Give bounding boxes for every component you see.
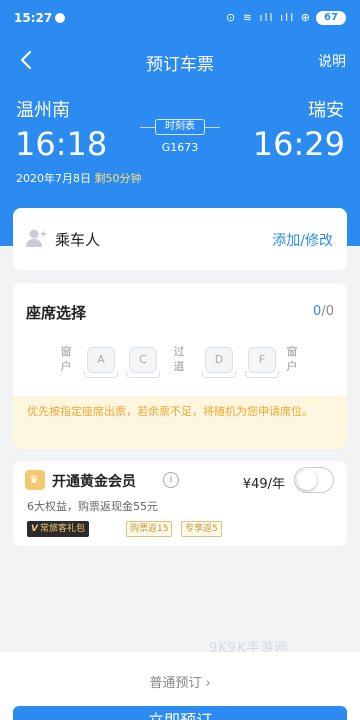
crown-icon: ♛ <box>25 470 45 490</box>
seat-notice: 优先按指定座席出票，若余票不足，将随机为您申请席位。 <box>13 396 347 449</box>
vip-tag-gift-label: 常旅客礼包 <box>39 524 85 534</box>
explain-button[interactable]: 说明 <box>318 51 346 71</box>
normal-booking-link[interactable]: 普通预订 › <box>0 672 360 691</box>
toggle-knob <box>297 470 317 490</box>
arrival-time: 16:29 <box>252 125 345 163</box>
train-info: 时刻表 G1673 <box>140 116 220 160</box>
vip-tag-cashback: 购票返15 <box>126 521 173 537</box>
seat-c[interactable]: C <box>126 347 160 378</box>
seat-f[interactable]: F <box>245 347 279 378</box>
passenger-card: 乘车人 添加/修改 <box>13 208 347 270</box>
person-icon <box>26 229 46 247</box>
vip-toggle[interactable] <box>294 467 334 493</box>
passenger-label: 乘车人 <box>55 231 101 249</box>
vip-price: ¥49/年 <box>242 477 285 492</box>
seat-selection-title: 座席选择 <box>26 304 87 322</box>
remaining-time: 剩50分钟 <box>94 172 142 185</box>
vip-title: 开通黄金会员 <box>52 474 136 490</box>
seat-count-total: 0 <box>325 304 334 319</box>
crown-glyph: ♛ <box>29 473 39 486</box>
vip-tag-gift: V 常旅客礼包 <box>27 521 89 537</box>
info-icon[interactable]: i <box>163 472 179 488</box>
schedule-button[interactable]: 时刻表 <box>155 119 205 135</box>
status-icons: ⊙ ≋ ıll ıll ⊕ <box>226 11 312 24</box>
seat-d[interactable]: D <box>202 347 236 378</box>
travel-date: 2020年7月8日 <box>16 172 91 185</box>
vip-badge-icon: V <box>31 524 38 534</box>
status-bar: 15:27 ⊙ ≋ ıll ıll ⊕ 67 <box>0 0 360 36</box>
travel-date-line: 2020年7月8日 剩50分钟 <box>16 170 142 186</box>
notification-dot-icon <box>55 13 65 23</box>
page-title: 预订车票 <box>146 55 214 75</box>
window-right-label: 窗户 <box>286 345 298 373</box>
window-left-label: 窗户 <box>60 345 72 373</box>
submit-booking-button[interactable]: 立即预订 <box>13 706 347 720</box>
aisle-label: 过道 <box>173 345 185 373</box>
seat-count: 0/0 <box>313 304 334 319</box>
footer-bar: 普通预订 › 立即预订 <box>0 652 360 720</box>
train-number: G1673 <box>161 141 199 154</box>
nav-bar: 预订车票 说明 <box>0 40 360 80</box>
seat-a[interactable]: A <box>84 347 118 378</box>
arrival-station: 瑞安 <box>308 100 344 121</box>
vip-card: ♛ 开通黄金会员 i ¥49/年 6大权益，购票返现金55元 V 常旅客礼包 购票… <box>13 461 347 546</box>
battery-icon: 67 <box>316 11 346 25</box>
vip-tag-exclusive: 专享返5 <box>181 521 222 537</box>
add-edit-passenger-button[interactable]: 添加/修改 <box>272 230 333 250</box>
seat-map: 窗户 A C 过道 D F 窗户 <box>13 343 347 383</box>
departure-station: 温州南 <box>16 100 70 121</box>
status-time: 15:27 <box>14 11 53 25</box>
departure-time: 16:18 <box>15 125 108 163</box>
seat-selection-card: 座席选择 0/0 窗户 A C 过道 D F 窗户 优先按指定座席出票，若余票不… <box>13 283 347 449</box>
vip-description: 6大权益，购票返现金55元 <box>27 500 158 513</box>
